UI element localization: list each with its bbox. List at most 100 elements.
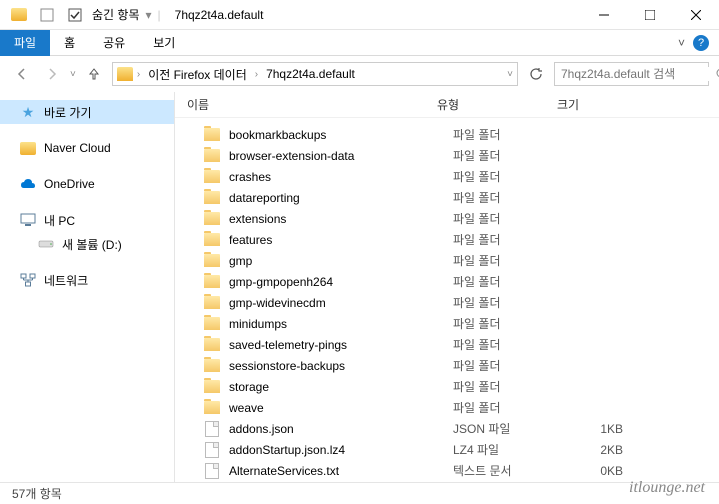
file-icon bbox=[203, 463, 221, 479]
column-type[interactable]: 유형 bbox=[437, 96, 557, 113]
search-box[interactable] bbox=[554, 62, 709, 86]
folder-icon bbox=[203, 274, 221, 290]
folder-icon bbox=[203, 127, 221, 143]
item-name: weave bbox=[229, 401, 453, 415]
file-icon bbox=[203, 421, 221, 437]
qat-dropdown-icon[interactable]: ▾ bbox=[146, 8, 152, 22]
item-size: 1KB bbox=[573, 422, 633, 436]
share-tab[interactable]: 공유 bbox=[89, 30, 139, 56]
folder-icon bbox=[203, 337, 221, 353]
home-tab[interactable]: 홈 bbox=[50, 30, 89, 56]
sidebar-item-quick-access[interactable]: ★ 바로 가기 bbox=[0, 100, 174, 124]
history-dropdown-icon[interactable]: ˅ bbox=[70, 69, 76, 80]
item-count: 57개 항목 bbox=[12, 485, 62, 502]
folder-icon bbox=[203, 400, 221, 416]
sidebar-item-this-pc[interactable]: 내 PC bbox=[0, 208, 174, 232]
item-name: saved-telemetry-pings bbox=[229, 338, 453, 352]
breadcrumb[interactable]: › 이전 Firefox 데이터 › 7hqz2t4a.default ˅ bbox=[112, 62, 518, 86]
maximize-button[interactable] bbox=[627, 0, 673, 30]
list-item[interactable]: gmp-widevinecdm파일 폴더 bbox=[175, 292, 719, 313]
item-type: 파일 폴더 bbox=[453, 378, 573, 395]
folder-icon bbox=[203, 316, 221, 332]
column-headers: 이름 유형 크기 bbox=[175, 92, 719, 118]
item-name: gmp bbox=[229, 254, 453, 268]
sidebar-label: Naver Cloud bbox=[44, 141, 111, 155]
sidebar-item-onedrive[interactable]: OneDrive bbox=[0, 172, 174, 196]
close-button[interactable] bbox=[673, 0, 719, 30]
item-type: 파일 폴더 bbox=[453, 189, 573, 206]
list-item[interactable]: gmp파일 폴더 bbox=[175, 250, 719, 271]
item-name: extensions bbox=[229, 212, 453, 226]
checkbox-hidden-items[interactable] bbox=[64, 4, 86, 26]
file-tab[interactable]: 파일 bbox=[0, 30, 50, 56]
item-name: AlternateServices.txt bbox=[229, 464, 453, 478]
folder-icon bbox=[203, 211, 221, 227]
folder-icon bbox=[20, 140, 36, 156]
breadcrumb-item-1[interactable]: 이전 Firefox 데이터 bbox=[144, 66, 251, 83]
breadcrumb-item-2[interactable]: 7hqz2t4a.default bbox=[262, 67, 359, 81]
search-input[interactable] bbox=[561, 67, 716, 81]
list-item[interactable]: minidumps파일 폴더 bbox=[175, 313, 719, 334]
list-item[interactable]: extensions파일 폴더 bbox=[175, 208, 719, 229]
folder-icon bbox=[203, 295, 221, 311]
list-item[interactable]: datareporting파일 폴더 bbox=[175, 187, 719, 208]
item-type: 파일 폴더 bbox=[453, 399, 573, 416]
file-icon bbox=[203, 442, 221, 458]
up-button[interactable] bbox=[82, 62, 106, 86]
watermark: itlounge.net bbox=[629, 479, 705, 497]
network-icon bbox=[20, 272, 36, 288]
item-name: addons.json bbox=[229, 422, 453, 436]
list-item[interactable]: storage파일 폴더 bbox=[175, 376, 719, 397]
item-type: JSON 파일 bbox=[453, 420, 573, 437]
list-item[interactable]: bookmarkbackups파일 폴더 bbox=[175, 124, 719, 145]
item-type: 파일 폴더 bbox=[453, 252, 573, 269]
item-name: bookmarkbackups bbox=[229, 128, 453, 142]
column-size[interactable]: 크기 bbox=[557, 96, 719, 113]
list-item[interactable]: sessionstore-backups파일 폴더 bbox=[175, 355, 719, 376]
sidebar-item-naver-cloud[interactable]: Naver Cloud bbox=[0, 136, 174, 160]
list-item[interactable]: AlternateServices.txt텍스트 문서0KB bbox=[175, 460, 719, 481]
sidebar-item-volume-d[interactable]: 새 볼륨 (D:) bbox=[0, 232, 174, 256]
sidebar-label: OneDrive bbox=[44, 177, 95, 191]
minimize-button[interactable] bbox=[581, 0, 627, 30]
item-type: 파일 폴더 bbox=[453, 336, 573, 353]
star-icon: ★ bbox=[20, 104, 36, 120]
sidebar-label: 내 PC bbox=[44, 212, 75, 229]
folder-icon bbox=[203, 379, 221, 395]
breadcrumb-dropdown-icon[interactable]: ˅ bbox=[507, 69, 513, 80]
folder-qat-icon[interactable] bbox=[8, 4, 30, 26]
hidden-items-label: 숨긴 항목 bbox=[92, 6, 140, 23]
list-item[interactable]: addonStartup.json.lz4LZ4 파일2KB bbox=[175, 439, 719, 460]
chevron-right-icon[interactable]: › bbox=[137, 69, 140, 80]
list-item[interactable]: addons.jsonJSON 파일1KB bbox=[175, 418, 719, 439]
chevron-right-icon[interactable]: › bbox=[255, 69, 258, 80]
list-item[interactable]: features파일 폴더 bbox=[175, 229, 719, 250]
folder-icon bbox=[203, 358, 221, 374]
sidebar-item-network[interactable]: 네트워크 bbox=[0, 268, 174, 292]
main-area: ★ 바로 가기 Naver Cloud OneDrive bbox=[0, 92, 719, 482]
item-type: 파일 폴더 bbox=[453, 231, 573, 248]
list-item[interactable]: crashes파일 폴더 bbox=[175, 166, 719, 187]
list-item[interactable]: browser-extension-data파일 폴더 bbox=[175, 145, 719, 166]
ribbon-expand-icon[interactable]: ˅ bbox=[678, 36, 685, 50]
item-type: 텍스트 문서 bbox=[453, 462, 573, 479]
view-tab[interactable]: 보기 bbox=[139, 30, 189, 56]
forward-button[interactable] bbox=[40, 62, 64, 86]
folder-icon bbox=[203, 169, 221, 185]
item-type: 파일 폴더 bbox=[453, 273, 573, 290]
list-item[interactable]: weave파일 폴더 bbox=[175, 397, 719, 418]
refresh-button[interactable] bbox=[524, 62, 548, 86]
back-button[interactable] bbox=[10, 62, 34, 86]
list-item[interactable]: saved-telemetry-pings파일 폴더 bbox=[175, 334, 719, 355]
quick-access-toolbar: 숨긴 항목 ▾ | 7hqz2t4a.default bbox=[0, 4, 263, 26]
file-rows: bookmarkbackups파일 폴더browser-extension-da… bbox=[175, 118, 719, 482]
column-name[interactable]: 이름 bbox=[187, 96, 437, 113]
properties-qat-icon[interactable] bbox=[36, 4, 58, 26]
folder-icon bbox=[203, 232, 221, 248]
item-type: 파일 폴더 bbox=[453, 357, 573, 374]
folder-icon bbox=[203, 253, 221, 269]
list-item[interactable]: gmp-gmpopenh264파일 폴더 bbox=[175, 271, 719, 292]
item-name: crashes bbox=[229, 170, 453, 184]
item-name: storage bbox=[229, 380, 453, 394]
help-icon[interactable]: ? bbox=[693, 35, 709, 51]
